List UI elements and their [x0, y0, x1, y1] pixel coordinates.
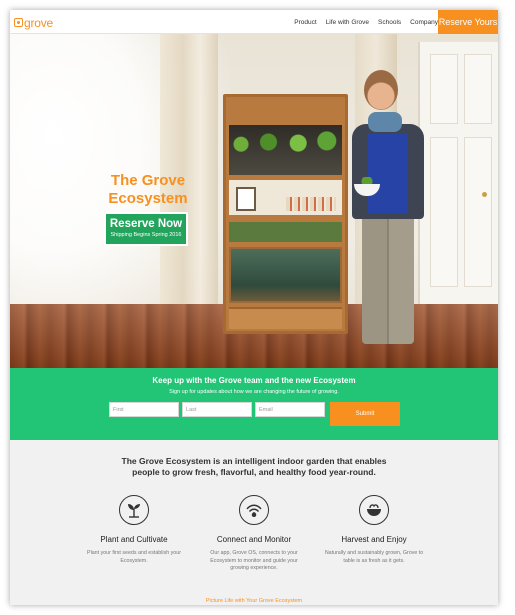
features-intro: The Grove Ecosystem is an intelligent in…: [121, 456, 387, 477]
nav-link-product[interactable]: Product: [294, 19, 316, 26]
nav-link-life-with-grove[interactable]: Life with Grove: [326, 19, 369, 26]
hero-banner: The Grove Ecosystem Reserve Now Shipping…: [10, 34, 498, 368]
grove-ecosystem-cabinet: [223, 94, 348, 334]
feature-harvest: Harvest and Enjoy Naturally and sustaina…: [319, 495, 429, 565]
grove-logo[interactable]: grove: [14, 15, 54, 30]
spice-jars: [286, 197, 336, 211]
cabinet-drawer: [229, 307, 342, 329]
herb-plants: [230, 131, 340, 153]
hero-title: The Grove Ecosystem: [98, 172, 198, 208]
first-name-input[interactable]: [109, 402, 179, 417]
wifi-leaf-icon: [239, 495, 269, 525]
feature-plant-title: Plant and Cultivate: [100, 535, 168, 544]
aquarium-tank: [229, 247, 342, 303]
submit-button[interactable]: Submit: [330, 402, 400, 426]
newsletter-signup: Keep up with the Grove team and the new …: [10, 368, 498, 440]
hero-title-line2: Ecosystem: [108, 190, 188, 207]
feature-plant-desc: Plant your first seeds and establish you…: [87, 550, 181, 564]
feature-connect: Connect and Monitor Our app, Grove OS, c…: [199, 495, 309, 573]
reserve-now-button[interactable]: Reserve Now Shipping Begins Spring 2016: [104, 212, 188, 246]
feature-plant: Plant and Cultivate Plant your first see…: [79, 495, 189, 565]
grove-logo-icon: [14, 18, 23, 27]
page-frame: grove Product Life with Grove Schools Co…: [10, 10, 498, 605]
person-head: [364, 70, 398, 110]
email-input[interactable]: [255, 402, 325, 417]
person-shirt: [368, 134, 408, 214]
picture-life-link[interactable]: Picture Life with Your Grove Ecosystem: [10, 598, 498, 604]
greens-shelf: [229, 222, 342, 242]
feature-harvest-title: Harvest and Enjoy: [341, 535, 407, 544]
shipping-note: Shipping Begins Spring 2016: [110, 232, 182, 238]
small-picture-frame: [236, 187, 256, 211]
person-legs: [362, 214, 414, 344]
hero-title-line1: The Grove: [110, 172, 186, 189]
top-nav: grove Product Life with Grove Schools Co…: [10, 10, 498, 34]
nav-link-schools[interactable]: Schools: [378, 19, 401, 26]
seedling-icon: [119, 495, 149, 525]
logo-text: grove: [24, 15, 54, 30]
feature-harvest-desc: Naturally and sustainably grown, Grove t…: [324, 550, 424, 564]
background-door: [418, 42, 498, 312]
bowl-icon: [359, 495, 389, 525]
last-name-input[interactable]: [182, 402, 252, 417]
feature-connect-desc: Our app, Grove OS, connects to your Ecos…: [210, 550, 298, 571]
features-section: The Grove Ecosystem is an intelligent in…: [10, 440, 498, 605]
reserve-yours-button[interactable]: Reserve Yours: [438, 10, 498, 34]
person-scarf: [368, 112, 402, 132]
signup-subtitle: Sign up for updates about how we are cha…: [169, 389, 339, 395]
signup-title: Keep up with the Grove team and the new …: [152, 376, 356, 385]
feature-connect-title: Connect and Monitor: [216, 535, 292, 544]
nav-links: Product Life with Grove Schools Company: [285, 10, 438, 34]
reserve-now-label: Reserve Now: [109, 218, 183, 230]
nav-link-company[interactable]: Company: [410, 19, 438, 26]
